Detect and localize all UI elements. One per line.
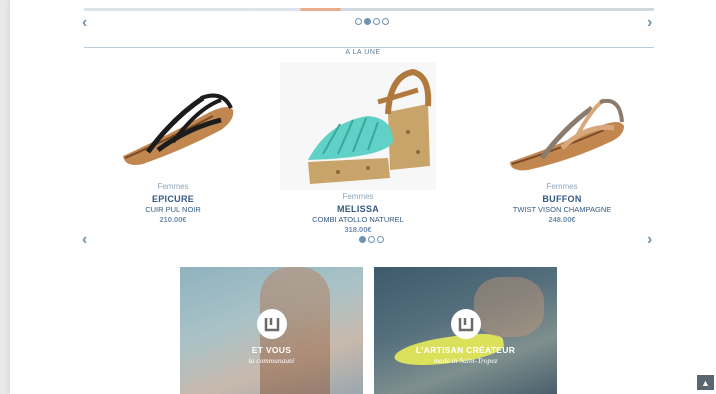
tile-subtitle: la communauté bbox=[248, 356, 295, 365]
photo-hands bbox=[474, 277, 544, 337]
product-carousel-prev-icon[interactable]: ‹ bbox=[82, 232, 87, 248]
carousel-dot-active[interactable] bbox=[364, 18, 371, 25]
tile-title: ET VOUS bbox=[251, 345, 292, 355]
product-price: 318.00€ bbox=[344, 225, 372, 234]
page: ‹ › A LA UNE Femmes EPICURE CUIR PUL NOI… bbox=[10, 0, 716, 394]
sandal-image[interactable] bbox=[103, 78, 243, 178]
product-name[interactable]: BUFFON bbox=[482, 194, 642, 204]
product-carousel-next-icon[interactable]: › bbox=[647, 232, 652, 248]
top-banner-strip bbox=[84, 8, 654, 11]
brand-logo-icon bbox=[451, 309, 481, 339]
product-description[interactable]: COMBI ATOLLO NATUREL bbox=[278, 215, 438, 224]
product-price: 248.00€ bbox=[548, 215, 576, 224]
tile-community[interactable]: ET VOUS la communauté bbox=[180, 267, 363, 394]
product-category[interactable]: Femmes bbox=[93, 182, 253, 191]
product-card-epicure[interactable]: Femmes EPICURE CUIR PUL NOIR 210.00€ bbox=[93, 78, 253, 224]
sandal-image[interactable] bbox=[492, 78, 632, 178]
carousel-dot[interactable] bbox=[377, 236, 384, 243]
top-carousel-prev-icon[interactable]: ‹ bbox=[82, 15, 87, 31]
product-category[interactable]: Femmes bbox=[278, 192, 438, 201]
sandal-image[interactable] bbox=[278, 62, 438, 190]
product-card-melissa[interactable]: Femmes MELISSA COMBI ATOLLO NATUREL 318.… bbox=[278, 62, 438, 234]
tile-artisan[interactable]: L'ARTISAN CRÉATEUR made in Saint-Tropez bbox=[374, 267, 557, 394]
section-title: A LA UNE bbox=[10, 41, 716, 59]
product-name[interactable]: EPICURE bbox=[93, 194, 253, 204]
tile-title: L'ARTISAN CRÉATEUR bbox=[415, 345, 516, 355]
product-description[interactable]: CUIR PUL NOIR bbox=[93, 205, 253, 214]
product-carousel-dots[interactable] bbox=[359, 236, 384, 243]
top-carousel-next-icon[interactable]: › bbox=[647, 15, 652, 31]
tile-subtitle: made in Saint-Tropez bbox=[433, 356, 498, 365]
carousel-dot[interactable] bbox=[382, 18, 389, 25]
brand-logo-icon bbox=[257, 309, 287, 339]
top-carousel-dots[interactable] bbox=[355, 18, 389, 25]
carousel-dot[interactable] bbox=[355, 18, 362, 25]
carousel-dot[interactable] bbox=[368, 236, 375, 243]
carousel-dot-active[interactable] bbox=[359, 236, 366, 243]
product-category[interactable]: Femmes bbox=[482, 182, 642, 191]
product-card-buffon[interactable]: Femmes BUFFON TWIST VISON CHAMPAGNE 248.… bbox=[482, 78, 642, 224]
product-description[interactable]: TWIST VISON CHAMPAGNE bbox=[482, 205, 642, 214]
product-name[interactable]: MELISSA bbox=[278, 204, 438, 214]
carousel-dot[interactable] bbox=[373, 18, 380, 25]
back-to-top-button[interactable]: ▲ bbox=[697, 375, 714, 390]
product-price: 210.00€ bbox=[159, 215, 187, 224]
